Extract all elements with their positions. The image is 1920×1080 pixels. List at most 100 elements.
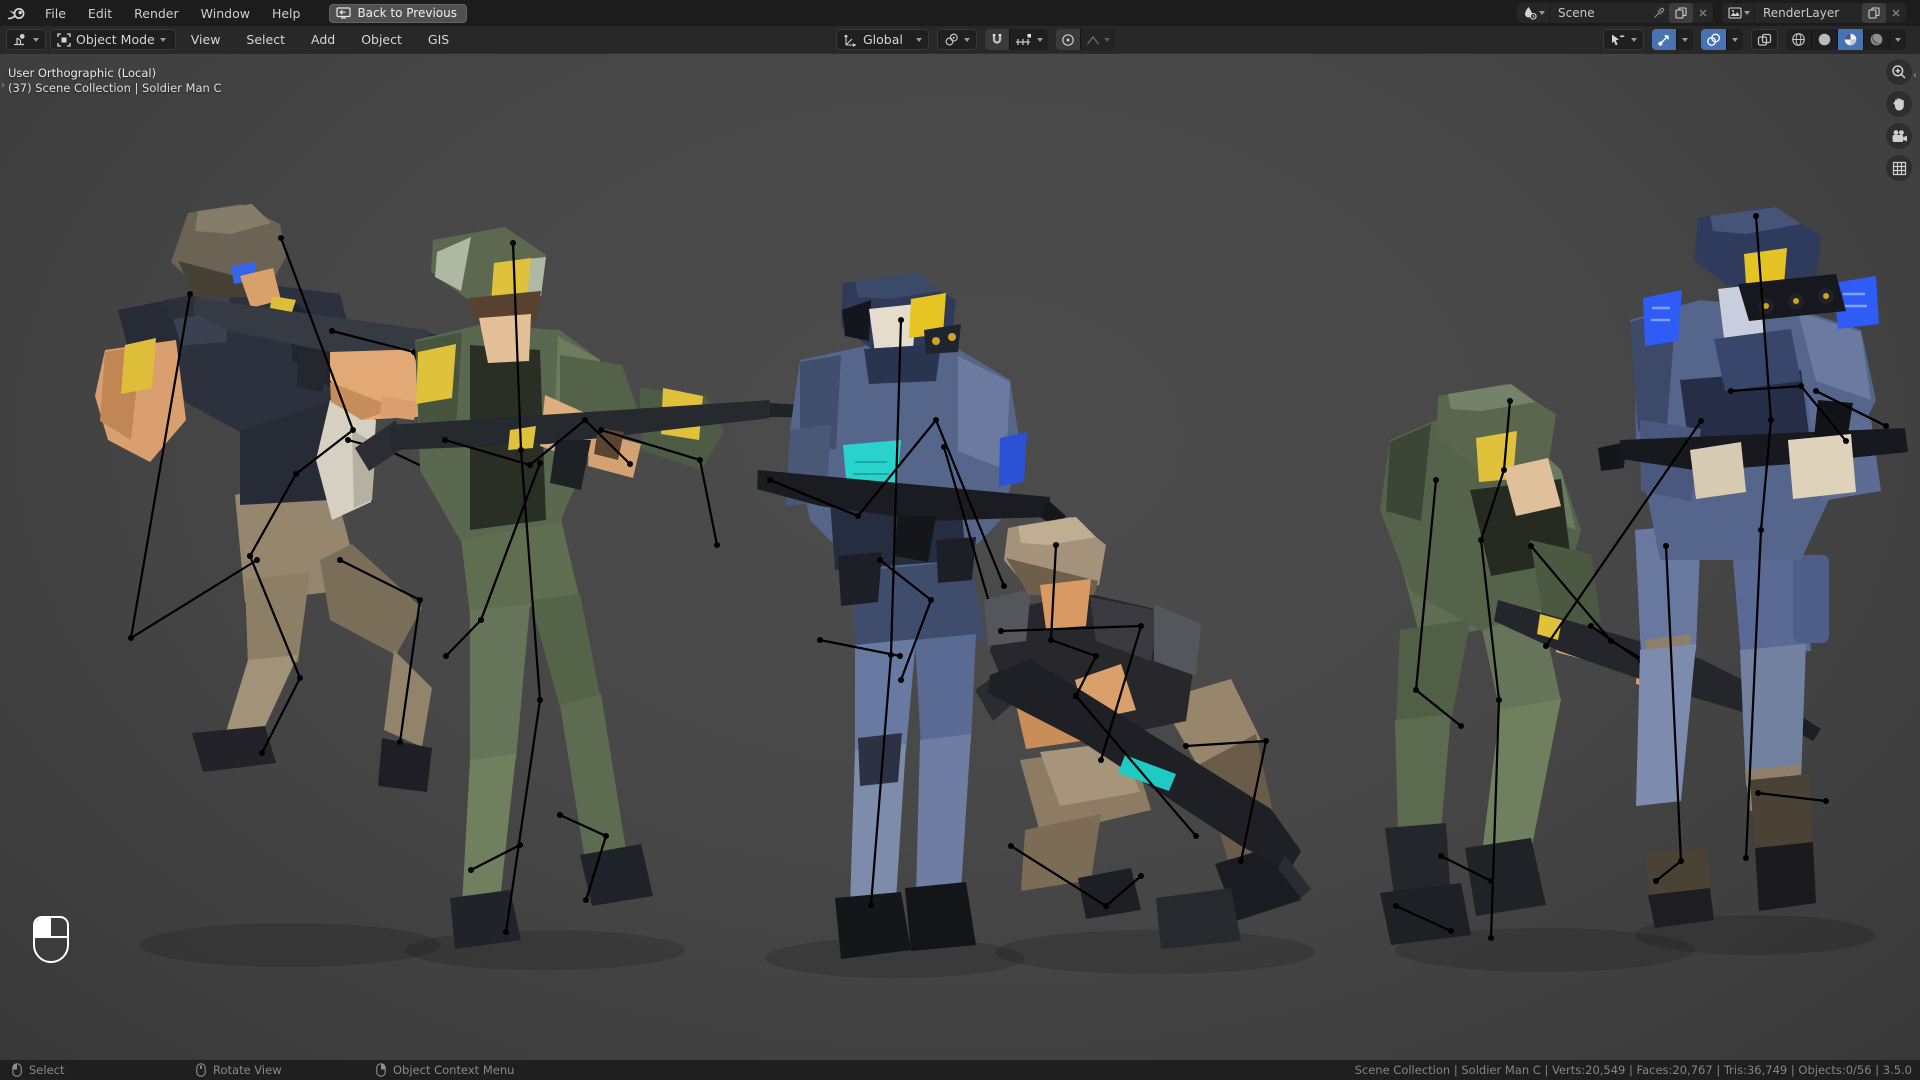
chevron-down-icon	[915, 37, 922, 42]
overlays-dropdown[interactable]	[1727, 29, 1743, 50]
render-layer-icon	[1728, 7, 1742, 19]
hand-icon	[1893, 98, 1904, 111]
falloff-curve-icon	[1086, 35, 1099, 44]
pivot-icon	[945, 33, 958, 45]
ground-shadows	[140, 915, 1875, 978]
new-scene-button[interactable]	[1669, 3, 1693, 23]
object-mode-icon	[57, 32, 71, 47]
snap-toggle[interactable]	[984, 29, 1010, 50]
pivot-point-dropdown[interactable]	[936, 29, 977, 50]
menu-help[interactable]: Help	[261, 2, 312, 24]
scene-selector: Scene	[1517, 3, 1713, 23]
close-icon	[1892, 9, 1900, 17]
hint-select: Select	[12, 1060, 64, 1080]
copy-icon	[1868, 7, 1880, 19]
sidebar-collapse-arrow[interactable]: ‹	[1913, 70, 1917, 81]
toolbar-collapse-arrow[interactable]: ›	[1, 80, 5, 91]
menu-select[interactable]: Select	[235, 29, 296, 51]
editor-type-button[interactable]	[6, 29, 46, 50]
zoom-button[interactable]	[1886, 59, 1912, 85]
mouse-action-indicator	[32, 915, 70, 965]
statusbar: Select Rotate View Object Context Menu S…	[0, 1060, 1920, 1080]
grid-icon	[1892, 161, 1906, 175]
wireframe-sphere-icon	[1792, 33, 1805, 46]
shading-dropdown[interactable]	[1890, 29, 1906, 50]
mouse-right-icon	[376, 1063, 386, 1077]
orientation-axes-icon	[844, 34, 856, 47]
chevron-down-icon	[159, 37, 166, 42]
rendered-sphere-icon	[1870, 33, 1883, 46]
viewport-header: Object Mode View Select Add Object GIS G…	[0, 26, 1920, 53]
menu-window[interactable]: Window	[190, 2, 261, 24]
show-overlays-toggle[interactable]	[1701, 29, 1727, 50]
scene-browse-button[interactable]	[1517, 3, 1550, 23]
snap-target-dropdown[interactable]	[1009, 29, 1048, 50]
proportional-falloff-dropdown[interactable]	[1080, 29, 1115, 50]
view-name: User Orthographic (Local)	[8, 66, 157, 80]
xray-toggle[interactable]	[1751, 29, 1778, 50]
viewport-nav-controls	[1886, 59, 1912, 181]
viewport-overlay-text: User Orthographic (Local) (37) Scene Col…	[8, 66, 221, 96]
gizmo-dropdown[interactable]	[1677, 29, 1693, 50]
scene-statistics: Scene Collection | Soldier Man C | Verts…	[1354, 1063, 1912, 1077]
menu-gis[interactable]: GIS	[417, 29, 460, 51]
object-type-visibility-dropdown[interactable]	[1603, 29, 1644, 50]
scene-render	[95, 204, 1908, 978]
mouse-middle-icon	[196, 1063, 206, 1077]
xray-icon	[1757, 33, 1772, 46]
chevron-down-icon	[1036, 37, 1043, 42]
shading-wireframe-button[interactable]	[1786, 29, 1812, 50]
chevron-down-icon	[33, 37, 39, 42]
menu-object[interactable]: Object	[350, 29, 413, 51]
overlays-icon	[1707, 33, 1721, 46]
proportional-editing-toggle[interactable]	[1055, 29, 1081, 50]
menu-add[interactable]: Add	[300, 29, 346, 51]
transform-orientation-dropdown[interactable]: Global	[836, 29, 929, 50]
chevron-down-icon	[1103, 37, 1110, 42]
shading-solid-button[interactable]	[1812, 29, 1838, 50]
mouse-left-icon	[12, 1063, 22, 1077]
active-object-path: (37) Scene Collection | Soldier Man C	[8, 81, 222, 95]
scene-icon	[1525, 7, 1537, 20]
new-layer-button[interactable]	[1862, 3, 1886, 23]
camera-icon	[1892, 129, 1907, 142]
remove-layer-button[interactable]	[1886, 3, 1906, 23]
unlink-scene-button[interactable]	[1693, 3, 1713, 23]
copy-icon	[1675, 7, 1687, 19]
back-to-previous-button[interactable]: Back to Previous	[329, 3, 467, 23]
render-layer-name[interactable]: RenderLayer	[1755, 6, 1862, 20]
solid-sphere-icon	[1818, 33, 1831, 46]
show-gizmo-toggle[interactable]	[1652, 29, 1677, 50]
pin-icon[interactable]	[1649, 3, 1669, 23]
chevron-down-icon	[963, 37, 970, 42]
menu-edit[interactable]: Edit	[77, 2, 123, 24]
render-layer-browse-button[interactable]	[1722, 3, 1755, 23]
screen-back-icon	[336, 7, 352, 19]
gizmo-arrow-icon	[1658, 34, 1669, 46]
soldier-1[interactable]	[95, 204, 470, 792]
snap-increment-icon	[1015, 33, 1031, 45]
editor-3d-viewport-icon	[14, 34, 25, 46]
pan-button[interactable]	[1886, 91, 1912, 117]
menu-render[interactable]: Render	[123, 2, 190, 24]
orthographic-toggle-button[interactable]	[1886, 155, 1912, 181]
shading-rendered-button[interactable]	[1864, 29, 1890, 50]
shading-material-button[interactable]	[1838, 29, 1864, 50]
mode-dropdown[interactable]: Object Mode	[50, 29, 176, 50]
scene-name[interactable]: Scene	[1550, 6, 1649, 20]
chevron-down-icon	[1539, 11, 1545, 15]
menu-view[interactable]: View	[180, 29, 232, 51]
material-sphere-icon	[1844, 33, 1857, 46]
close-icon	[1699, 9, 1707, 17]
soldier-6[interactable]	[1543, 207, 1908, 928]
blender-logo-icon[interactable]	[0, 6, 34, 21]
camera-view-button[interactable]	[1886, 123, 1912, 149]
chevron-down-icon	[1744, 11, 1750, 15]
magnifier-plus-icon	[1892, 65, 1906, 79]
chevron-down-icon	[1631, 37, 1637, 42]
soldier-4[interactable]	[975, 517, 1311, 949]
menu-file[interactable]: File	[34, 2, 77, 24]
render-layer-selector: RenderLayer	[1722, 3, 1906, 23]
topbar: File Edit Render Window Help Back to Pre…	[0, 0, 1920, 26]
3d-viewport[interactable]: User Orthographic (Local) (37) Scene Col…	[0, 53, 1920, 1060]
